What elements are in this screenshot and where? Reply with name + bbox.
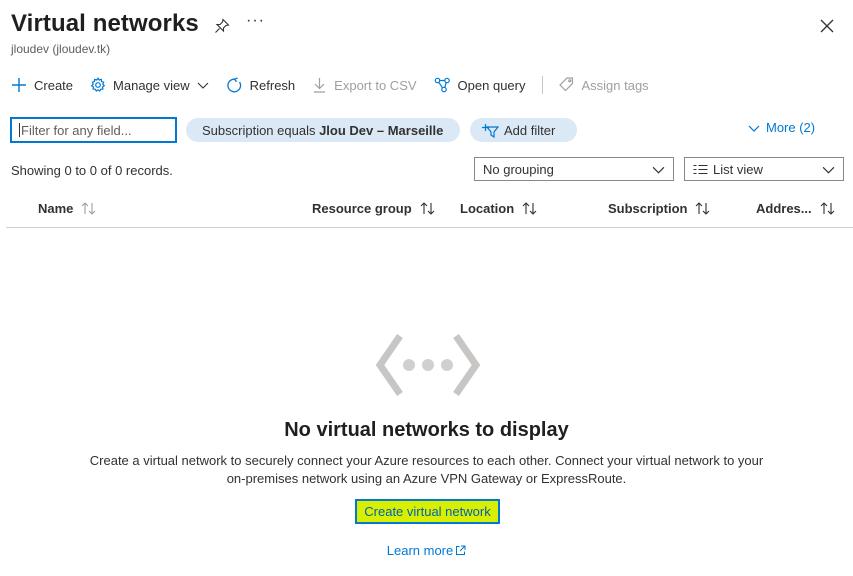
sort-icon (696, 202, 710, 215)
column-header-label: Name (38, 201, 74, 216)
column-header-label: Location (460, 201, 515, 216)
empty-state-title: No virtual networks to display (284, 419, 569, 441)
grouping-value: No grouping (483, 161, 554, 177)
add-filter-label: Add filter (504, 122, 556, 138)
column-header-name[interactable]: Name (38, 201, 97, 216)
manage-view-label: Manage view (113, 77, 190, 93)
learn-more-label: Learn more (386, 543, 454, 558)
external-link-icon (456, 545, 466, 555)
close-icon[interactable] (819, 18, 835, 34)
more-filters-label: More (2) (766, 120, 816, 135)
text-cursor (19, 123, 20, 137)
list-view-icon (693, 164, 708, 174)
sort-icon (82, 202, 96, 215)
create-virtual-network-button[interactable]: Create virtual network (355, 499, 500, 524)
export-csv-button[interactable]: Export to CSV (312, 77, 417, 93)
column-header-label: Resource group (312, 201, 412, 216)
download-icon (314, 78, 326, 93)
filter-input[interactable]: Filter for any field... (10, 117, 177, 143)
column-header-location[interactable]: Location (460, 201, 538, 216)
virtual-network-icon (376, 334, 480, 396)
header-divider (6, 227, 853, 228)
assign-tags-label: Assign tags (581, 77, 649, 93)
sort-icon (522, 202, 537, 215)
sort-icon (820, 202, 835, 215)
filter-placeholder: Filter for any field... (21, 122, 132, 138)
create-label: Create (34, 77, 74, 93)
subscription-filter-pill[interactable]: Subscription equals Jlou Dev – Marseille (186, 118, 460, 142)
command-bar: Create Manage view Refresh Export to CSV… (11, 74, 666, 96)
add-filter-icon (482, 124, 499, 138)
column-header-resource-group[interactable]: Resource group (312, 201, 436, 216)
subscription-filter-prefix: Subscription equals (202, 122, 320, 138)
empty-state-description: Create a virtual network to securely con… (80, 452, 773, 488)
refresh-icon (226, 76, 241, 92)
chevron-down-icon (652, 166, 665, 174)
view-value: List view (713, 161, 763, 177)
export-csv-label: Export to CSV (334, 77, 417, 93)
learn-more-link[interactable]: Learn more (0, 543, 853, 558)
refresh-button[interactable]: Refresh (226, 76, 296, 94)
create-button[interactable]: Create (11, 77, 73, 93)
chevron-down-icon (822, 166, 835, 174)
page-title: Virtual networks (11, 10, 199, 37)
pin-icon[interactable] (214, 18, 230, 34)
more-filters-button[interactable]: More (2) (748, 120, 815, 135)
view-dropdown[interactable]: List view (684, 157, 844, 181)
column-header-address[interactable]: Addres... (756, 201, 836, 216)
column-header-subscription[interactable]: Subscription (608, 201, 711, 216)
tag-icon (559, 77, 574, 92)
directory-subtitle: jloudev (jloudev.tk) (11, 42, 111, 56)
manage-view-button[interactable]: Manage view (90, 77, 209, 93)
empty-state-description-line: on-premises network using an Azure VPN G… (226, 471, 627, 486)
create-virtual-network-label: Create virtual network (357, 501, 498, 522)
plus-icon (12, 78, 26, 92)
toolbar-divider (542, 76, 544, 94)
refresh-label: Refresh (249, 77, 296, 93)
record-count: Showing 0 to 0 of 0 records. (11, 163, 173, 178)
open-query-label: Open query (457, 77, 526, 93)
query-icon (434, 77, 450, 93)
chevron-down-icon (748, 125, 760, 132)
open-query-button[interactable]: Open query (434, 77, 526, 93)
chevron-down-icon (197, 82, 209, 89)
sort-icon (420, 202, 435, 215)
assign-tags-button[interactable]: Assign tags (559, 77, 649, 93)
more-options-icon[interactable]: ··· (246, 12, 265, 30)
column-header-label: Subscription (608, 201, 688, 216)
subscription-filter-value: Jlou Dev – Marseille (319, 122, 444, 138)
grouping-dropdown[interactable]: No grouping (474, 157, 674, 181)
add-filter-button[interactable]: Add filter (470, 118, 577, 142)
empty-state-description-line: Create a virtual network to securely con… (89, 453, 764, 468)
column-header-label: Addres... (756, 201, 812, 216)
gear-icon (90, 77, 106, 92)
